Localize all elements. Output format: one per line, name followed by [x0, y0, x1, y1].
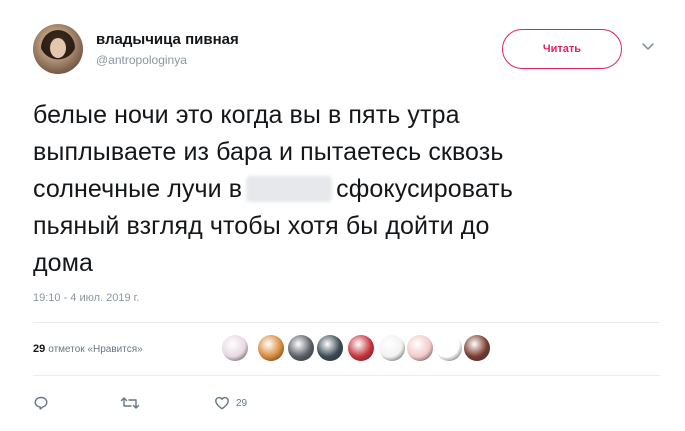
tweet-line-part: сфокусировать — [336, 175, 513, 203]
tweet-line-with-redaction: солнечные лучи в сфокусировать — [33, 171, 653, 208]
reply-button[interactable] — [33, 395, 49, 411]
tweet-text: белые ночи это когда вы в пять утра выпл… — [33, 97, 653, 282]
liker-avatar[interactable] — [407, 335, 433, 361]
retweet-button[interactable] — [120, 395, 140, 411]
liker-avatar[interactable] — [348, 335, 374, 361]
divider — [33, 375, 660, 376]
tweet-line-part: солнечные лучи в — [33, 175, 243, 203]
liker-avatar[interactable] — [288, 335, 314, 361]
likes-count-number: 29 — [33, 343, 46, 355]
liker-avatar[interactable] — [258, 335, 284, 361]
tweet-timestamp[interactable]: 19:10 - 4 июл. 2019 г. — [33, 292, 139, 304]
retweet-icon — [120, 397, 140, 409]
tweet-card: владычица пивная @antropologinya Читать … — [0, 0, 685, 431]
tweet-line: белые ночи это когда вы в пять утра — [33, 101, 460, 129]
liker-avatar[interactable] — [317, 335, 343, 361]
liker-avatar[interactable] — [464, 335, 490, 361]
likes-count-label: отметок «Нравится» — [48, 344, 143, 355]
author-avatar[interactable] — [33, 24, 83, 74]
chevron-down-icon[interactable] — [641, 40, 655, 54]
tweet-line: пьяный взгляд чтобы хотя бы дойти до — [33, 212, 490, 240]
liker-avatar[interactable] — [436, 335, 462, 361]
divider — [33, 322, 660, 323]
like-button[interactable]: 29 — [214, 395, 247, 411]
liker-avatar[interactable] — [222, 335, 248, 361]
author-handle[interactable]: @antropologinya — [96, 53, 187, 67]
like-count: 29 — [236, 397, 248, 409]
tweet-line: выплываете из бара и пытаетесь сквозь — [33, 138, 504, 166]
liker-avatar[interactable] — [379, 335, 405, 361]
follow-button[interactable]: Читать — [502, 29, 622, 69]
avatar-face — [50, 38, 66, 58]
reply-icon — [34, 396, 48, 410]
tweet-line: дома — [33, 249, 93, 277]
author-display-name[interactable]: владычица пивная — [96, 31, 239, 48]
redacted-text — [246, 176, 333, 202]
heart-icon — [215, 396, 229, 410]
likes-count[interactable]: 29 отметок «Нравится» — [33, 343, 143, 355]
